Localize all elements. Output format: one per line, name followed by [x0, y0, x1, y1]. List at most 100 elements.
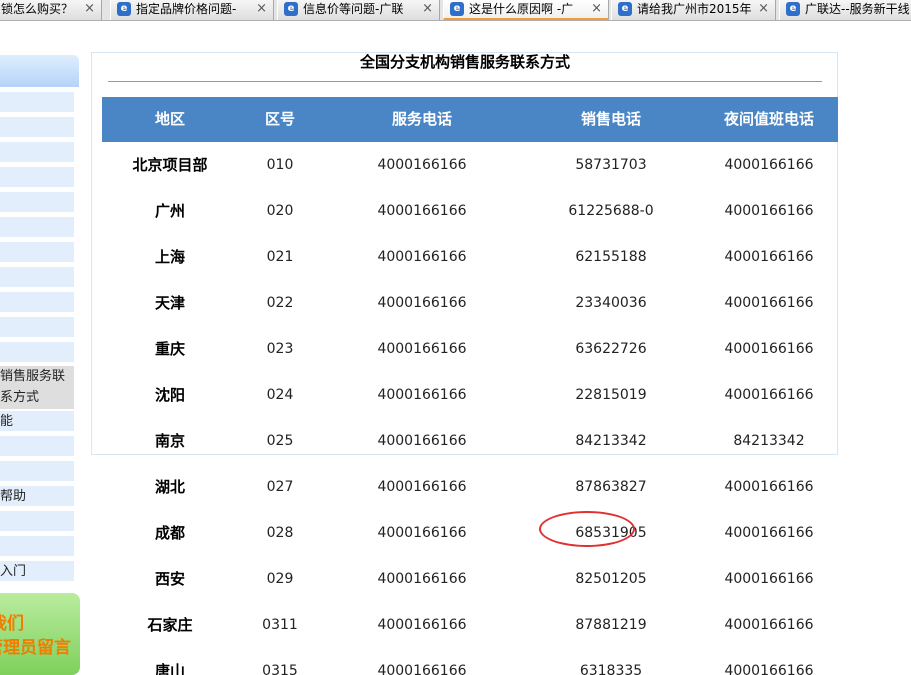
sidebar-item[interactable]: [0, 117, 74, 138]
browser-page-icon: e: [450, 2, 464, 16]
table-row: 西安 029 4000166166 82501205 4000166166: [102, 556, 838, 602]
cell-night-phone: 4000166166: [724, 295, 814, 311]
cell-night-phone: 4000166166: [724, 479, 814, 495]
sidebar-item[interactable]: [0, 167, 74, 188]
sidebar-item[interactable]: [0, 192, 74, 213]
column-header-sales-phone: 销售电话: [580, 110, 641, 128]
cell-area-code: 027: [266, 479, 294, 495]
sidebar-item[interactable]: [0, 436, 74, 457]
cell-sales-phone: 63622726: [575, 341, 647, 357]
sidebar-item[interactable]: [0, 242, 74, 263]
browser-tab[interactable]: e 指定品牌价格问题- ×: [110, 0, 274, 20]
cell-area-code: 028: [266, 525, 294, 541]
cell-region: 沈阳: [154, 386, 185, 404]
contact-table-body: 北京项目部 010 4000166166 58731703 4000166166 广州 02…: [102, 142, 838, 675]
browser-tab[interactable]: e 信息价等问题-广联 ×: [277, 0, 440, 20]
close-icon[interactable]: ×: [591, 0, 602, 18]
cell-region: 广州: [154, 202, 185, 220]
cell-sales-phone: 6318335: [579, 663, 643, 675]
page-title: 全国分支机构销售服务联系方式: [108, 53, 822, 82]
cell-sales-phone: 87863827: [575, 479, 647, 495]
tab-label: 锁怎么购买？-: [1, 2, 73, 16]
cell-sales-phone: 87881219: [575, 617, 647, 633]
cell-service-phone: 4000166166: [377, 571, 467, 587]
table-row: 沈阳 024 4000166166 22815019 4000166166: [102, 372, 838, 418]
browser-tab-active[interactable]: e 这是什么原因啊 -广 ×: [443, 0, 609, 20]
table-row: 北京项目部 010 4000166166 58731703 4000166166: [102, 142, 838, 188]
cell-night-phone: 4000166166: [724, 249, 814, 265]
cell-sales-phone: 82501205: [575, 571, 647, 587]
cell-region: 唐山: [154, 662, 185, 675]
cell-region: 重庆: [154, 340, 185, 358]
cell-night-phone: 4000166166: [724, 203, 814, 219]
tab-label: 广联达--服务新干线: [805, 2, 910, 16]
table-row: 唐山 0315 4000166166 6318335 4000166166: [102, 648, 838, 675]
table-row: 南京 025 4000166166 84213342 84213342: [102, 418, 838, 464]
browser-page-icon: e: [284, 2, 298, 16]
sidebar-item[interactable]: [0, 317, 74, 338]
sidebar-item[interactable]: [0, 292, 74, 313]
cell-area-code: 025: [266, 433, 294, 449]
cell-service-phone: 4000166166: [377, 663, 467, 675]
tab-label: 指定品牌价格问题-: [136, 2, 237, 16]
cell-area-code: 010: [266, 157, 294, 173]
cell-region: 南京: [154, 432, 185, 450]
table-row: 重庆 023 4000166166 63622726 4000166166: [102, 326, 838, 372]
close-icon[interactable]: ×: [422, 0, 433, 18]
browser-tab[interactable]: 锁怎么购买？- ×: [0, 0, 102, 20]
cell-service-phone: 4000166166: [377, 157, 467, 173]
cell-area-code: 029: [266, 571, 294, 587]
close-icon[interactable]: ×: [256, 0, 267, 18]
contact-us-promo-button[interactable]: 我们 管理员留言: [0, 593, 80, 675]
cell-area-code: 024: [266, 387, 294, 403]
sidebar-item[interactable]: [0, 511, 74, 532]
cell-service-phone: 4000166166: [377, 249, 467, 265]
cell-service-phone: 4000166166: [377, 387, 467, 403]
cell-night-phone: 4000166166: [724, 525, 814, 541]
column-header-region: 地区: [154, 110, 185, 128]
sidebar-item[interactable]: 能: [0, 411, 74, 432]
cell-night-phone: 4000166166: [724, 571, 814, 587]
sidebar-item[interactable]: [0, 92, 74, 113]
sidebar-item[interactable]: [0, 142, 74, 163]
sidebar-item[interactable]: [0, 342, 74, 363]
cell-sales-phone: 23340036: [575, 295, 647, 311]
cell-service-phone: 4000166166: [377, 203, 467, 219]
sidebar-header: [0, 55, 79, 87]
cell-night-phone: 4000166166: [724, 387, 814, 403]
cell-region: 西安: [154, 570, 185, 588]
cell-service-phone: 4000166166: [377, 295, 467, 311]
sidebar-item-active[interactable]: 机构销售服务联系方式: [0, 366, 74, 410]
browser-tab-bar: 锁怎么购买？- × e 指定品牌价格问题- × e 信息价等问题-广联 × e …: [0, 0, 911, 21]
close-icon[interactable]: ×: [758, 0, 769, 18]
cell-region: 成都: [154, 524, 185, 542]
cell-night-phone: 4000166166: [724, 341, 814, 357]
cell-region: 石家庄: [147, 616, 193, 634]
cell-night-phone: 4000166166: [724, 157, 814, 173]
sidebar-item[interactable]: [0, 267, 74, 288]
sidebar-item[interactable]: [0, 536, 74, 557]
promo-line2: 管理员留言: [0, 638, 71, 658]
cell-sales-phone: 61225688-0: [568, 203, 654, 219]
cell-sales-phone: 84213342: [575, 433, 647, 449]
tab-label: 这是什么原因啊 -广: [469, 2, 574, 16]
cell-sales-phone: 68531905: [575, 525, 647, 541]
cell-night-phone: 84213342: [733, 433, 805, 449]
cell-region: 湖北: [154, 478, 185, 496]
cell-area-code: 021: [266, 249, 294, 265]
browser-tab[interactable]: e 广联达--服务新干线: [779, 0, 911, 20]
sidebar-item[interactable]: [0, 217, 74, 238]
browser-page-icon: e: [117, 2, 131, 16]
cell-area-code: 0311: [262, 617, 298, 633]
browser-page-icon: e: [786, 2, 800, 16]
close-icon[interactable]: ×: [84, 0, 95, 18]
cell-night-phone: 4000166166: [724, 617, 814, 633]
browser-tab[interactable]: e 请给我广州市2015年 ×: [611, 0, 776, 20]
sidebar-item[interactable]: 帮助: [0, 486, 74, 507]
column-header-night-phone: 夜间值班电话: [723, 110, 814, 128]
promo-line1: 我们: [0, 614, 24, 634]
sidebar-item[interactable]: 入门: [0, 561, 74, 582]
cell-area-code: 0315: [262, 663, 298, 675]
sidebar-item[interactable]: [0, 461, 74, 482]
table-row: 湖北 027 4000166166 87863827 4000166166: [102, 464, 838, 510]
